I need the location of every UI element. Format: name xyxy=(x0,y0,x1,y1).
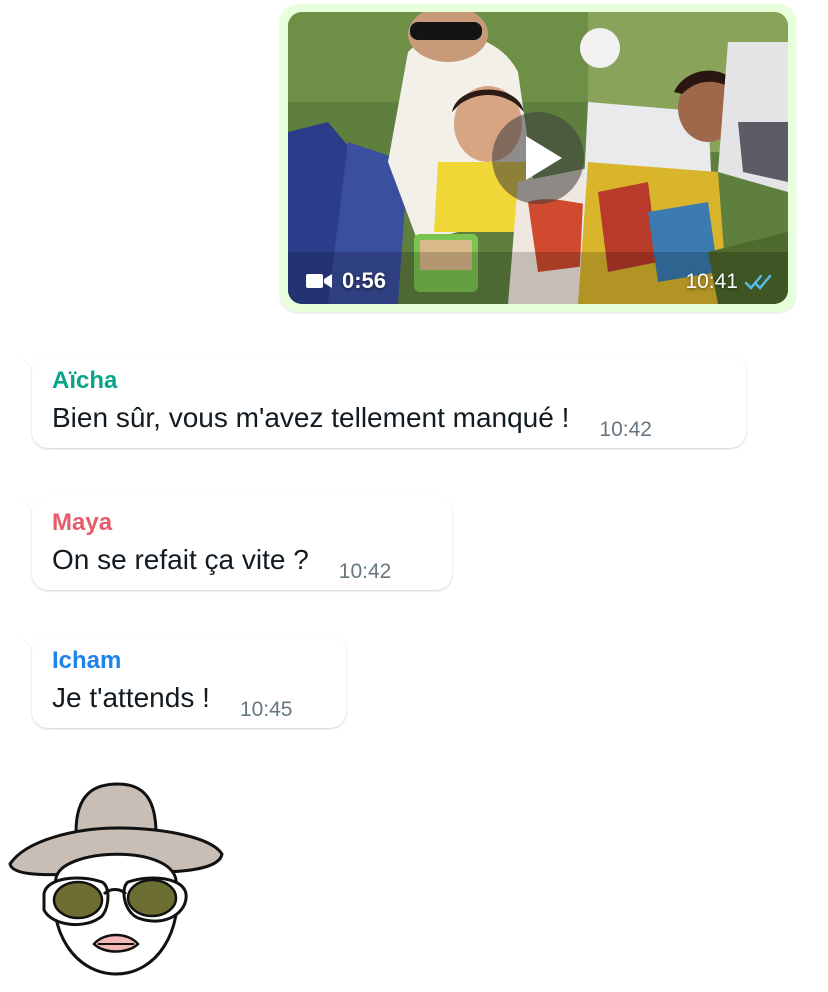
sender-name[interactable]: Icham xyxy=(52,646,326,676)
message-text: Je t'attends ! xyxy=(52,682,210,713)
message-text: On se refait ça vite ? xyxy=(52,544,309,575)
incoming-message[interactable]: Icham Je t'attends ! 10:45 xyxy=(18,634,346,728)
bubble-tail xyxy=(18,354,34,370)
play-button[interactable] xyxy=(492,112,584,204)
incoming-message[interactable]: Aïcha Bien sûr, vous m'avez tellement ma… xyxy=(18,354,746,448)
sender-name[interactable]: Aïcha xyxy=(52,366,726,396)
chat-conversation: 0:56 10:41 Aïcha Bien sûr, vous m'avez t… xyxy=(0,0,828,992)
bubble-tail xyxy=(18,496,34,512)
video-duration-badge: 0:56 xyxy=(306,268,386,294)
incoming-message[interactable]: Maya On se refait ça vite ? 10:42 xyxy=(18,496,452,590)
sticker-woman-with-hat[interactable] xyxy=(6,782,226,987)
read-receipt-double-check-icon xyxy=(744,274,772,290)
message-time: 10:42 xyxy=(599,418,652,441)
video-camera-icon xyxy=(306,274,332,288)
play-icon xyxy=(526,136,562,180)
message-time: 10:42 xyxy=(338,560,392,583)
video-duration: 0:56 xyxy=(342,268,387,293)
bubble-tail xyxy=(18,634,34,650)
sticker-image xyxy=(8,782,224,976)
message-time: 10:45 xyxy=(239,698,293,721)
video-thumbnail[interactable]: 0:56 10:41 xyxy=(288,12,788,304)
sender-name[interactable]: Maya xyxy=(52,508,432,538)
video-timestamp: 10:41 xyxy=(685,270,774,294)
outgoing-video-message[interactable]: 0:56 10:41 xyxy=(280,4,796,312)
message-time: 10:41 xyxy=(685,270,738,293)
message-text: Bien sûr, vous m'avez tellement manqué ! xyxy=(52,402,570,433)
